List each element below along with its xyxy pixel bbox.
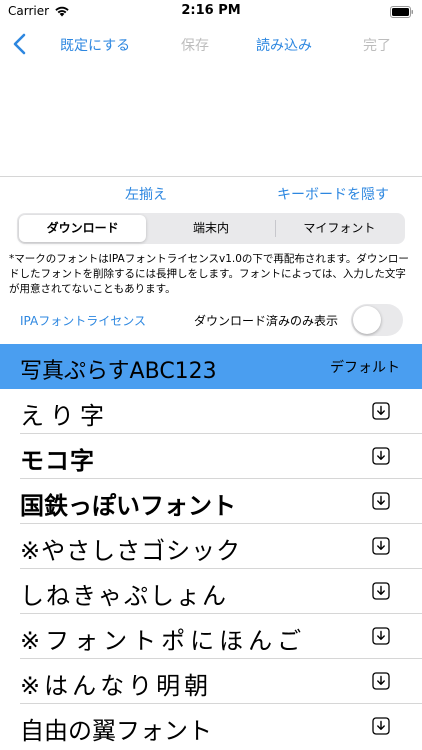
divider (0, 176, 422, 177)
battery-icon (390, 6, 413, 18)
download-icon[interactable] (372, 672, 390, 690)
font-row[interactable]: モコ字 (0, 434, 422, 479)
default-tag: デフォルト (330, 360, 400, 376)
status-bar: Carrier 2:16 PM (0, 0, 422, 24)
font-row[interactable]: えり字 (0, 389, 422, 434)
navigation-bar: 既定にする 保存 読み込み 完了 (0, 24, 422, 64)
font-list: えり字 モコ字 国鉄っぽいフォント ※やさしさゴシック しねきゃぷしょん ※フォ… (0, 389, 422, 749)
font-name: ※やさしさゴシック (20, 537, 242, 565)
downloaded-only-label: ダウンロード済みのみ表示 (194, 314, 339, 328)
font-name: 国鉄っぽいフォント (20, 492, 236, 520)
hide-keyboard-button[interactable]: キーボードを隠す (277, 184, 389, 204)
font-name: しねきゃぷしょん (20, 582, 228, 610)
download-icon[interactable] (372, 402, 390, 420)
selected-font-row[interactable]: 写真ぷらすABC123 デフォルト (0, 344, 422, 389)
toggle-knob (353, 306, 381, 334)
font-row[interactable]: ※フォントポにほんご (0, 614, 422, 659)
load-button[interactable]: 読み込み (256, 35, 312, 55)
font-row[interactable]: ※やさしさゴシック (0, 524, 422, 569)
text-preview-area[interactable] (0, 64, 422, 176)
license-notice: *マークのフォントはIPAフォントライセンスv1.0の下で再配布されます。ダウン… (9, 253, 409, 295)
font-row[interactable]: ※はんなり明朝 (0, 659, 422, 704)
font-name: ※フォントポにほんご (20, 627, 307, 655)
font-row[interactable]: しねきゃぷしょん (0, 569, 422, 614)
set-default-button[interactable]: 既定にする (60, 35, 130, 55)
back-chevron-icon[interactable] (8, 30, 32, 58)
selected-font-name: 写真ぷらすABC123 (20, 359, 217, 384)
font-name: 自由の翼フォント (20, 717, 212, 745)
save-button[interactable]: 保存 (181, 35, 209, 55)
ipa-license-link[interactable]: IPAフォントライセンス (20, 312, 146, 329)
download-icon[interactable] (372, 492, 390, 510)
font-row[interactable]: 自由の翼フォント (0, 704, 422, 749)
font-name: モコ字 (20, 447, 95, 475)
download-icon[interactable] (372, 627, 390, 645)
downloaded-only-toggle[interactable] (351, 304, 403, 336)
align-left-button[interactable]: 左揃え (125, 184, 167, 204)
segment-download[interactable]: ダウンロード (19, 215, 147, 242)
download-icon[interactable] (372, 447, 390, 465)
download-icon[interactable] (372, 537, 390, 555)
download-icon[interactable] (372, 582, 390, 600)
font-name: ※はんなり明朝 (20, 672, 213, 700)
font-row[interactable]: 国鉄っぽいフォント (0, 479, 422, 524)
done-button[interactable]: 完了 (363, 35, 391, 55)
download-icon[interactable] (372, 717, 390, 735)
font-name: えり字 (20, 402, 110, 430)
clock: 2:16 PM (181, 3, 241, 18)
segment-device[interactable]: 端末内 (147, 215, 274, 242)
segment-my-fonts[interactable]: マイフォント (276, 215, 403, 242)
source-segmented-control: ダウンロード 端末内 マイフォント (17, 213, 405, 244)
